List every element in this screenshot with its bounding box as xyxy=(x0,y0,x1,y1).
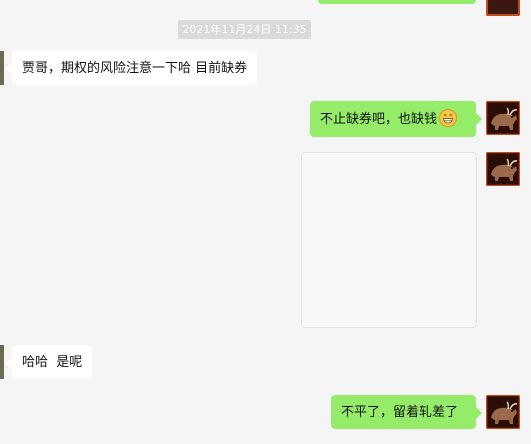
bull-avatar-icon xyxy=(486,101,520,135)
contact-avatar[interactable] xyxy=(0,51,4,85)
message-text: 哈哈 是呢 xyxy=(22,355,83,370)
message-bubble-outgoing[interactable]: 不止缺券吧，也缺钱 xyxy=(310,101,482,137)
bull-avatar-icon xyxy=(486,0,520,16)
previous-message-bubble[interactable] xyxy=(318,0,476,4)
message-bubble-incoming[interactable]: 哈哈 是呢 xyxy=(5,345,93,379)
self-avatar-top[interactable] xyxy=(486,0,520,16)
message-text: 不止缺券吧，也缺钱 xyxy=(320,112,438,127)
message-text: 贾哥，期权的风险注意一下哈 目前缺券 xyxy=(22,61,248,76)
message-text: 不平了，留着轧差了 xyxy=(341,405,459,420)
bull-avatar-icon xyxy=(486,152,520,186)
contact-avatar[interactable] xyxy=(0,345,4,379)
message-bubble-outgoing[interactable]: 不平了，留着轧差了 xyxy=(331,395,482,429)
grinning-face-emoji xyxy=(439,109,458,127)
self-avatar[interactable] xyxy=(486,152,520,186)
message-timestamp: 2021年11月24日 11:35 xyxy=(178,20,311,39)
self-avatar[interactable] xyxy=(486,101,520,135)
self-avatar[interactable] xyxy=(486,395,520,429)
image-message[interactable] xyxy=(301,152,477,328)
bull-avatar-icon xyxy=(486,395,520,429)
message-bubble-incoming[interactable]: 贾哥，期权的风险注意一下哈 目前缺券 xyxy=(5,51,258,85)
